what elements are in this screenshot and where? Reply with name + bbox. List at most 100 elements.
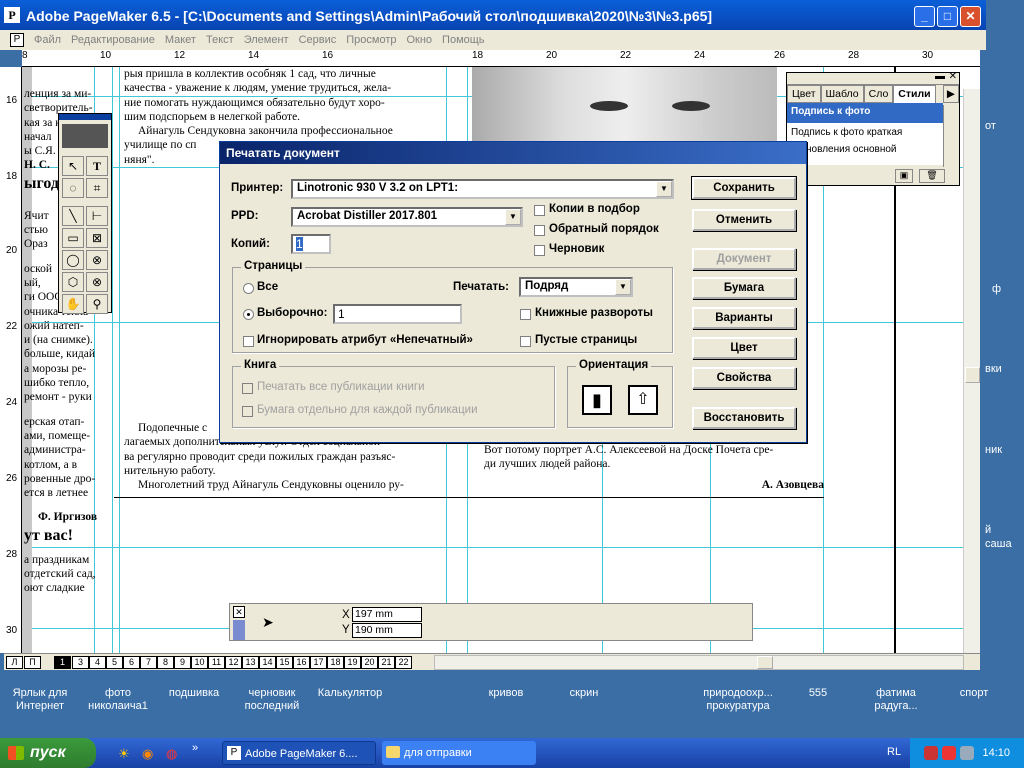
range-label[interactable]: Выборочно: <box>257 307 328 319</box>
page-icon[interactable]: 8 <box>157 656 174 669</box>
photo[interactable] <box>472 67 777 142</box>
app-icon[interactable]: P <box>4 7 20 23</box>
copies-input[interactable]: 1 <box>291 234 331 254</box>
control-grip[interactable] <box>233 620 245 640</box>
style-item[interactable]: становления основной <box>787 142 943 157</box>
control-palette[interactable]: ✕ ➤ X 197 mm Y 190 mm <box>229 603 753 641</box>
control-close-icon[interactable]: ✕ <box>233 606 245 618</box>
tab-styles[interactable]: Стили <box>893 85 936 103</box>
menu-file[interactable]: Файл <box>34 34 61 46</box>
page-icon[interactable]: 9 <box>174 656 191 669</box>
pointer-tool-icon[interactable]: ↖ <box>62 156 84 176</box>
palette-close-icon[interactable]: ✕ <box>949 71 957 82</box>
zoom-tool-icon[interactable]: ⚲ <box>86 294 108 314</box>
page-icon[interactable]: 22 <box>395 656 412 669</box>
page-icon[interactable]: 5 <box>106 656 123 669</box>
desktop-label-fragment[interactable]: й <box>985 524 991 536</box>
task-folder[interactable]: для отправки <box>382 741 536 765</box>
color-button[interactable]: Цвет <box>692 337 796 359</box>
desktop-icon[interactable]: 555 <box>780 687 856 700</box>
desktop-icon[interactable]: Ярлык для Интернет <box>2 687 78 713</box>
desktop-label-fragment[interactable]: ф <box>992 283 1001 295</box>
line-tool-icon[interactable]: ╲ <box>62 206 84 226</box>
book-all-checkbox[interactable] <box>242 383 253 394</box>
tab-templates[interactable]: Шабло <box>820 85 864 103</box>
page-icon[interactable]: 14 <box>259 656 276 669</box>
chevron-down-icon[interactable]: ▼ <box>656 181 672 197</box>
clock[interactable]: 14:10 <box>982 747 1010 759</box>
rectangle-tool-icon[interactable]: ▭ <box>62 228 84 248</box>
properties-button[interactable]: Свойства <box>692 367 796 389</box>
desktop-icon[interactable]: природоохр... прокуратура <box>700 687 776 713</box>
desktop-icon[interactable]: спорт <box>936 687 1012 700</box>
page-icon-left-master[interactable]: Л <box>6 656 23 669</box>
menu-view[interactable]: Просмотр <box>346 34 396 46</box>
ignore-nonprinting-checkbox[interactable] <box>243 336 254 347</box>
desktop-icon[interactable]: Калькулятор <box>312 687 388 700</box>
polygon-tool-icon[interactable]: ⬡ <box>62 272 84 292</box>
page-icon[interactable]: 10 <box>191 656 208 669</box>
printer-select[interactable]: Linotronic 930 V 3.2 on LPT1: ▼ <box>291 179 674 199</box>
title-bar[interactable]: P Adobe PageMaker 6.5 - [C:\Documents an… <box>0 0 986 32</box>
horizontal-scrollbar[interactable] <box>434 655 964 670</box>
rotate-tool-icon[interactable]: ◌ <box>62 178 84 198</box>
all-pages-radio[interactable] <box>243 283 254 294</box>
document-icon[interactable]: P <box>10 33 24 47</box>
portrait-orientation-icon[interactable]: ▮ <box>582 385 612 415</box>
minimize-button[interactable]: _ <box>914 6 935 27</box>
menu-window[interactable]: Окно <box>406 34 432 46</box>
x-position-input[interactable]: 197 mm <box>352 607 422 622</box>
polygon-frame-icon[interactable]: ⊗ <box>86 272 108 292</box>
language-indicator[interactable]: RL <box>887 746 901 758</box>
desktop-icon[interactable]: скрин <box>546 687 622 700</box>
palette-minimize-icon[interactable]: ▬ <box>935 71 945 82</box>
volume-icon[interactable] <box>960 746 974 760</box>
ignore-nonprinting-label[interactable]: Игнорировать атрибут «Непечатный» <box>257 334 473 346</box>
toolbox[interactable]: ↖ T ◌ ⌗ ╲ ⊢ ▭ ⊠ ◯ ⊗ ⬡ ⊗ ✋ ⚲ <box>58 113 112 314</box>
menu-layout[interactable]: Макет <box>165 34 196 46</box>
desktop-label-fragment[interactable]: вки <box>985 363 1002 375</box>
page-icon[interactable]: 21 <box>378 656 395 669</box>
task-pagemaker[interactable]: P Adobe PageMaker 6.... <box>222 741 376 765</box>
y-position-input[interactable]: 190 mm <box>352 623 422 638</box>
desktop-label-fragment[interactable]: от <box>985 120 996 132</box>
horizontal-ruler[interactable]: 8 10 12 14 16 18 20 22 24 26 28 30 <box>22 50 980 67</box>
style-item[interactable]: Подпись к фото краткая <box>787 123 943 142</box>
tray-icon[interactable] <box>924 746 938 760</box>
chevron-right-icon[interactable]: » <box>192 742 198 754</box>
chevron-down-icon[interactable]: ▼ <box>505 209 521 225</box>
start-button[interactable]: пуск <box>0 738 96 768</box>
desktop-icon[interactable]: подшивка <box>156 687 232 700</box>
page-icon[interactable]: 12 <box>225 656 242 669</box>
toolbox-title[interactable] <box>59 114 111 120</box>
ellipse-frame-icon[interactable]: ⊗ <box>86 250 108 270</box>
text-tool-icon[interactable]: T <box>86 156 108 176</box>
opera-icon[interactable]: ◍ <box>166 746 177 762</box>
paper-button[interactable]: Бумага <box>692 277 796 299</box>
page-icon[interactable]: 11 <box>208 656 225 669</box>
scroll-thumb[interactable] <box>965 367 980 383</box>
cancel-button[interactable]: Отменить <box>692 209 796 231</box>
page-icon[interactable]: 3 <box>72 656 89 669</box>
reverse-checkbox[interactable] <box>534 225 545 236</box>
menu-element[interactable]: Элемент <box>244 34 289 46</box>
constrained-line-icon[interactable]: ⊢ <box>86 206 108 226</box>
print-dialog[interactable]: Печатать документ Принтер: Linotronic 93… <box>219 141 807 443</box>
all-pages-label[interactable]: Все <box>257 281 278 293</box>
desktop-icon[interactable]: фото николаича1 <box>80 687 156 713</box>
ppd-select[interactable]: Acrobat Distiller 2017.801 ▼ <box>291 207 523 227</box>
page-icon-right-master[interactable]: П <box>24 656 41 669</box>
blank-pages-checkbox[interactable] <box>520 336 531 347</box>
scroll-thumb[interactable] <box>757 656 773 669</box>
page-icon[interactable]: 13 <box>242 656 259 669</box>
new-style-icon[interactable]: ▣ <box>895 169 913 183</box>
maximize-button[interactable]: □ <box>937 6 958 27</box>
page-icon[interactable]: 15 <box>276 656 293 669</box>
tab-layers[interactable]: Сло <box>863 85 894 103</box>
page-icon[interactable]: 16 <box>293 656 310 669</box>
style-item-selected[interactable]: Подпись к фото <box>787 103 943 123</box>
page-icon[interactable]: 18 <box>327 656 344 669</box>
blank-pages-label[interactable]: Пустые страницы <box>535 334 637 346</box>
tab-scroll-right-icon[interactable]: ▶ <box>942 85 959 103</box>
chevron-down-icon[interactable]: ▼ <box>615 279 631 295</box>
